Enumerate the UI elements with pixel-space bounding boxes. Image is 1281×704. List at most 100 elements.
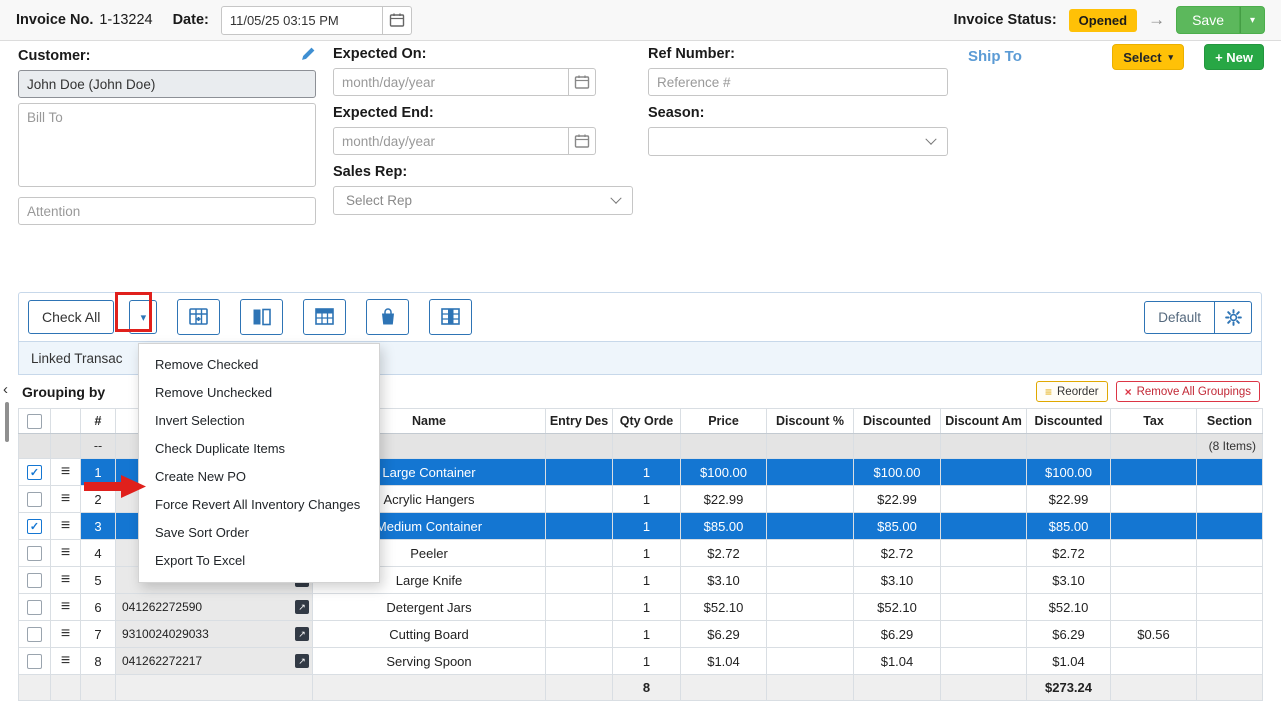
header-discounted-price[interactable]: Discounted xyxy=(854,409,941,434)
drag-handle-icon[interactable]: ≡ xyxy=(61,598,70,615)
panel-resize-handle[interactable] xyxy=(5,402,9,442)
discounted-price: $3.10 xyxy=(854,567,941,594)
select-all-checkbox[interactable] xyxy=(27,414,42,429)
save-split-button: Save ▾ xyxy=(1176,6,1265,34)
row-checkbox[interactable] xyxy=(27,627,42,642)
header-discount-pct[interactable]: Discount % xyxy=(767,409,854,434)
table-add-button[interactable] xyxy=(177,299,220,335)
collapse-panel-icon[interactable]: ‹ xyxy=(3,381,8,398)
menu-item-remove-unchecked[interactable]: Remove Unchecked xyxy=(139,379,379,407)
chevron-down-icon xyxy=(610,192,621,203)
header-number[interactable]: # xyxy=(81,409,116,434)
row-number: 3 xyxy=(81,513,116,540)
table-row[interactable]: ≡ 8 041262272217↗ Serving Spoon 1 $1.04 … xyxy=(19,648,1263,675)
drag-handle-icon[interactable]: ≡ xyxy=(61,490,70,507)
menu-item-create-new-po[interactable]: Create New PO xyxy=(139,463,379,491)
menu-item-check-duplicate-items[interactable]: Check Duplicate Items xyxy=(139,435,379,463)
price: $100.00 xyxy=(681,459,767,486)
discounted-price: $85.00 xyxy=(854,513,941,540)
expected-end-group xyxy=(333,127,596,155)
attention-input[interactable] xyxy=(18,197,316,225)
check-all-dropdown-menu: Remove Checked Remove Unchecked Invert S… xyxy=(138,343,380,583)
table-columns-button[interactable] xyxy=(429,299,472,335)
row-checkbox[interactable] xyxy=(27,546,42,561)
expected-end-input[interactable] xyxy=(333,127,569,155)
open-item-icon[interactable]: ↗ xyxy=(295,627,309,641)
menu-item-remove-checked[interactable]: Remove Checked xyxy=(139,351,379,379)
date-input[interactable] xyxy=(221,6,383,35)
new-ship-to-button[interactable]: + New xyxy=(1204,44,1264,70)
header-entry-desc[interactable]: Entry Des xyxy=(546,409,613,434)
row-checkbox[interactable] xyxy=(27,600,42,615)
check-all-dropdown-button[interactable]: ▾ xyxy=(129,300,157,334)
drag-handle-icon[interactable]: ≡ xyxy=(61,652,70,669)
group-items-count: (8 Items) xyxy=(1197,434,1263,459)
row-checkbox[interactable] xyxy=(27,573,42,588)
reorder-label: Reorder xyxy=(1057,386,1099,398)
menu-item-invert-selection[interactable]: Invert Selection xyxy=(139,407,379,435)
menu-item-save-sort-order[interactable]: Save Sort Order xyxy=(139,519,379,547)
header-discounted-total[interactable]: Discounted xyxy=(1027,409,1111,434)
menu-item-export-to-excel[interactable]: Export To Excel xyxy=(139,547,379,575)
drag-handle-icon[interactable]: ≡ xyxy=(61,571,70,588)
ship-to-select-button[interactable]: Select ▾ xyxy=(1112,44,1184,70)
table-row[interactable]: ≡ 7 9310024029033↗ Cutting Board 1 $6.29… xyxy=(19,621,1263,648)
invoice-no-label: Invoice No. xyxy=(16,12,93,28)
discounted-total: $100.00 xyxy=(1027,459,1111,486)
header-price[interactable]: Price xyxy=(681,409,767,434)
split-view-button[interactable] xyxy=(240,299,283,335)
discounted-total: $1.04 xyxy=(1027,648,1111,675)
row-checkbox[interactable]: ✓ xyxy=(27,465,42,480)
grid-profile-button[interactable]: Default xyxy=(1144,301,1215,334)
header-tax[interactable]: Tax xyxy=(1111,409,1197,434)
table-row[interactable]: ≡ 6 041262272590↗ Detergent Jars 1 $52.1… xyxy=(19,594,1263,621)
drag-handle-icon[interactable]: ≡ xyxy=(61,463,70,480)
grid-settings-button[interactable] xyxy=(1215,301,1252,334)
caret-down-icon: ▾ xyxy=(141,312,147,324)
save-dropdown-button[interactable]: ▾ xyxy=(1240,6,1265,34)
save-button[interactable]: Save xyxy=(1176,6,1240,34)
header-drag xyxy=(51,409,81,434)
open-item-icon[interactable]: ↗ xyxy=(295,600,309,614)
expected-end-calendar-button[interactable] xyxy=(569,127,596,155)
row-checkbox[interactable] xyxy=(27,492,42,507)
ship-to-section: Ship To Select ▾ + New xyxy=(968,44,1264,70)
check-all-button[interactable]: Check All xyxy=(28,300,114,334)
ship-to-label: Ship To xyxy=(968,44,1022,65)
grid-profile-group: Default xyxy=(1144,301,1252,334)
table-view-button[interactable] xyxy=(303,299,346,335)
linked-transactions-label: Linked Transac xyxy=(31,351,123,366)
discounted-price: $100.00 xyxy=(854,459,941,486)
open-item-icon[interactable]: ↗ xyxy=(295,654,309,668)
header-section[interactable]: Section xyxy=(1197,409,1263,434)
row-checkbox[interactable] xyxy=(27,654,42,669)
barcode-value: 9310024029033 xyxy=(122,627,209,641)
bill-to-textarea[interactable] xyxy=(18,103,316,187)
check-icon: ✓ xyxy=(30,520,39,533)
expected-on-calendar-button[interactable] xyxy=(569,68,596,96)
edit-customer-icon[interactable] xyxy=(301,46,316,66)
shopping-bag-button[interactable] xyxy=(366,299,409,335)
expected-on-input[interactable] xyxy=(333,68,569,96)
date-calendar-button[interactable] xyxy=(383,6,412,35)
sales-rep-select[interactable]: Select Rep xyxy=(333,186,633,215)
row-checkbox[interactable]: ✓ xyxy=(27,519,42,534)
row-number: 4 xyxy=(81,540,116,567)
item-name: Cutting Board xyxy=(313,621,546,648)
season-select[interactable] xyxy=(648,127,948,156)
header-qty-ordered[interactable]: Qty Orde xyxy=(613,409,681,434)
tax xyxy=(1111,513,1197,540)
drag-handle-icon[interactable]: ≡ xyxy=(61,625,70,642)
reorder-button[interactable]: ≡ Reorder xyxy=(1036,381,1108,402)
barcode-value: 041262272590 xyxy=(122,600,202,614)
discounted-total: $22.99 xyxy=(1027,486,1111,513)
grouping-by-label: Grouping by xyxy=(18,384,105,400)
remove-all-groupings-button[interactable]: × Remove All Groupings xyxy=(1116,381,1260,402)
header-discount-amount[interactable]: Discount Am xyxy=(941,409,1027,434)
ref-number-input[interactable] xyxy=(648,68,948,96)
drag-handle-icon[interactable]: ≡ xyxy=(61,544,70,561)
sales-rep-label: Sales Rep: xyxy=(333,164,633,180)
customer-input[interactable] xyxy=(18,70,316,98)
menu-item-force-revert-all-inventory-changes[interactable]: Force Revert All Inventory Changes xyxy=(139,491,379,519)
drag-handle-icon[interactable]: ≡ xyxy=(61,517,70,534)
